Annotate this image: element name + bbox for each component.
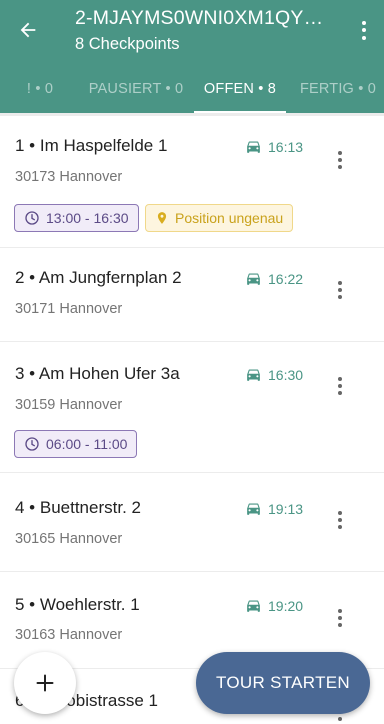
tab-problems[interactable]: ! • 0	[0, 64, 80, 113]
more-vert-icon[interactable]	[332, 506, 348, 534]
plus-icon	[36, 674, 54, 692]
eta: 19:13	[245, 500, 303, 517]
active-tab-indicator	[194, 111, 286, 113]
checkpoint-address: 1 • Im Haspelfelde 1	[15, 136, 168, 155]
checkpoint-city: 30159 Hannover	[15, 397, 123, 413]
checkpoint-card[interactable]: 3 • Am Hohen Ufer 3a 16:30 30159 Hannove…	[0, 342, 384, 472]
car-icon	[247, 369, 260, 381]
location-pin-icon	[157, 212, 167, 224]
checkpoint-count: 8 Checkpoints	[75, 35, 180, 53]
add-checkpoint-button[interactable]	[14, 652, 76, 714]
checkpoint-card[interactable]: 2 • Am Jungfernplan 2 16:22 30171 Hannov…	[0, 248, 384, 341]
more-vert-icon[interactable]	[332, 604, 348, 632]
tab-bar: ! • 0 PAUSIERT • 0 OFFEN • 8 FERTIG • 0	[0, 64, 384, 113]
checkpoint-address: 3 • Am Hohen Ufer 3a	[15, 364, 180, 383]
time-window-label: 13:00 - 16:30	[46, 210, 129, 226]
more-vert-icon[interactable]	[354, 14, 374, 46]
clock-icon	[25, 437, 39, 451]
eta-time: 16:30	[268, 366, 304, 383]
clock-icon	[25, 211, 39, 225]
checkpoint-city: 30163 Hannover	[15, 627, 123, 643]
more-vert-icon[interactable]	[332, 372, 348, 400]
more-vert-icon[interactable]	[332, 276, 348, 304]
eta-time: 16:22	[268, 270, 304, 287]
eta: 16:13	[245, 138, 303, 155]
car-icon	[247, 600, 260, 612]
time-window-chip: 06:00 - 11:00	[14, 430, 138, 458]
position-warning-chip: Position ungenau	[145, 204, 294, 232]
eta-time: 19:13	[268, 500, 304, 517]
tab-paused[interactable]: PAUSIERT • 0	[80, 64, 192, 113]
warning-label: Position ungenau	[175, 210, 284, 226]
eta: 16:22	[245, 270, 303, 287]
car-icon	[247, 273, 260, 285]
tab-open[interactable]: OFFEN • 8	[192, 64, 288, 113]
time-window-label: 06:00 - 11:00	[46, 436, 128, 452]
start-tour-button[interactable]: TOUR STARTEN	[196, 652, 370, 714]
app-bar: 2-MJAYMS0WNI0XM1QY… 8 Checkpoints ! • 0 …	[0, 0, 384, 113]
time-window-chip: 13:00 - 16:30	[14, 204, 139, 232]
car-icon	[247, 141, 260, 153]
eta: 19:20	[245, 597, 303, 614]
car-icon	[247, 503, 260, 515]
checkpoint-city: 30171 Hannover	[15, 301, 123, 317]
checkpoint-address: 4 • Buettnerstr. 2	[15, 498, 141, 517]
arrow-back-icon	[20, 22, 36, 38]
tour-title: 2-MJAYMS0WNI0XM1QY…	[75, 7, 324, 29]
eta-time: 19:20	[268, 597, 304, 614]
tab-done[interactable]: FERTIG • 0	[288, 64, 384, 113]
checkpoint-city: 30165 Hannover	[15, 531, 123, 547]
checkpoint-card[interactable]: 4 • Buettnerstr. 2 19:13 30165 Hannover	[0, 473, 384, 571]
checkpoint-address: 5 • Woehlerstr. 1	[15, 595, 140, 614]
checkpoint-address: 2 • Am Jungfernplan 2	[15, 268, 182, 287]
more-vert-icon[interactable]	[332, 146, 348, 174]
checkpoint-card[interactable]: 1 • Im Haspelfelde 1 16:13 30173 Hannove…	[0, 116, 384, 247]
eta: 16:30	[245, 366, 303, 383]
back-button[interactable]	[10, 12, 46, 48]
eta-time: 16:13	[268, 138, 304, 155]
checkpoint-city: 30173 Hannover	[15, 169, 123, 185]
